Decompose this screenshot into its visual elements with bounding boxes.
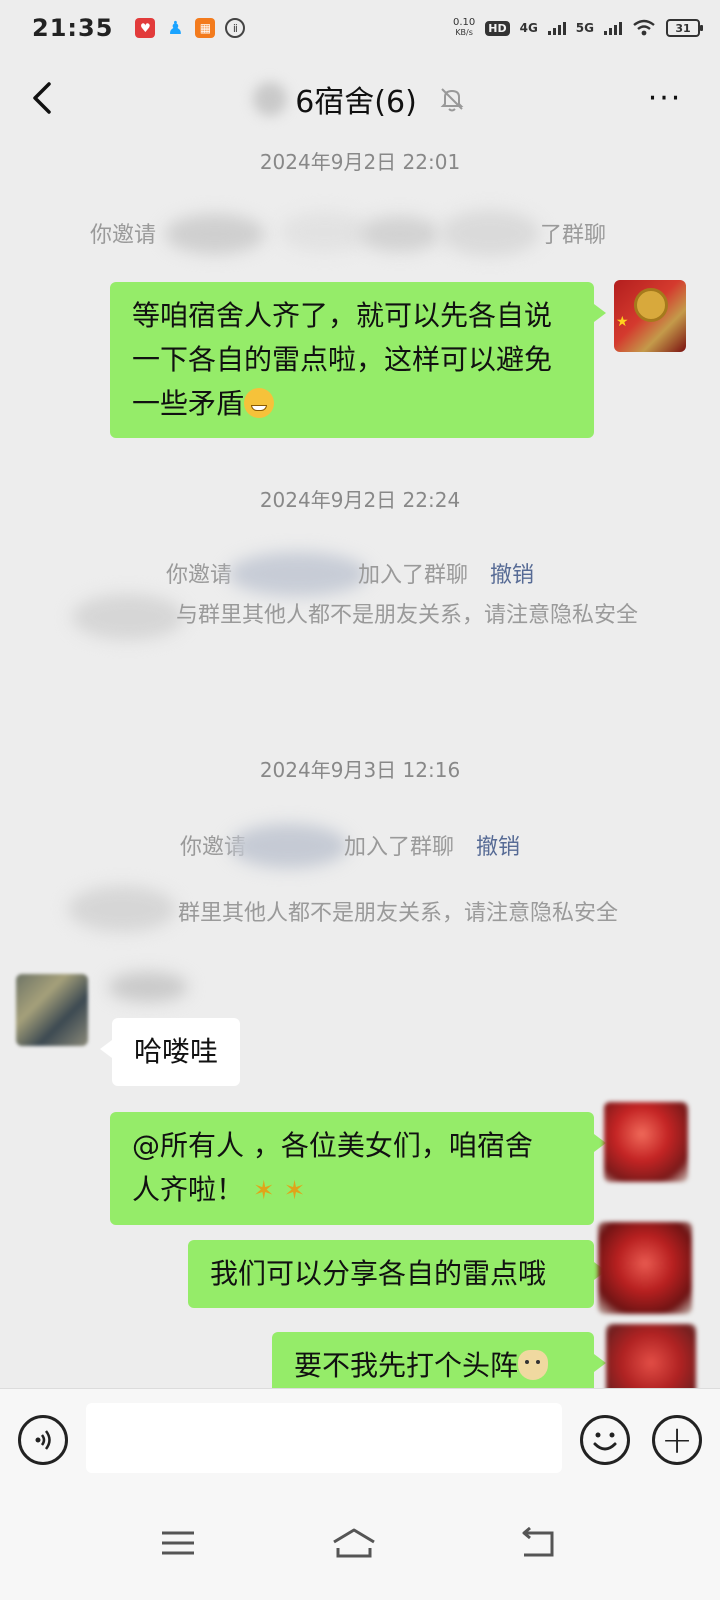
plus-icon: + [661, 1418, 693, 1462]
redacted-smudge [360, 216, 440, 252]
home-icon [333, 1528, 375, 1558]
network-speed: 0.10 KB/s [453, 18, 475, 38]
message-text: 要不我先打个头阵 [294, 1349, 519, 1382]
redacted-smudge [165, 214, 265, 254]
message-text: 人齐啦！ [132, 1173, 245, 1206]
hd-badge: HD [485, 20, 510, 36]
party-popper-icon: ✶ [252, 1176, 275, 1206]
grinning-emoji-icon [244, 388, 275, 418]
smiley-icon [593, 1432, 617, 1451]
redacted-smudge [440, 210, 540, 256]
back-navigation-button[interactable] [508, 1518, 568, 1568]
menu-lines-icon [162, 1531, 194, 1555]
redacted-smudge [228, 552, 368, 596]
message-input-bar: + [0, 1388, 720, 1488]
privacy-notice: 与群里其他人都不是朋友关系，请注意隐私安全 [176, 600, 656, 632]
page-title: 6宿舍(6) [295, 85, 417, 120]
chat-header: 6宿舍(6) ··· [0, 56, 720, 142]
avatar-me[interactable]: ★ [614, 280, 686, 352]
return-arrow-icon [522, 1527, 554, 1557]
message-bubble-other[interactable]: 哈喽哇 [99, 1018, 241, 1086]
timestamp: 2024年9月2日 22:24 [259, 488, 461, 512]
privacy-notice-text: 群里其他人都不是朋友关系，请注意隐私安全 [178, 901, 619, 926]
system-navigation-bar [0, 1488, 720, 1600]
system-message-suffix: 加入了群聊 [358, 563, 469, 588]
message-bubble-mine[interactable]: 我们可以分享各自的雷点哦 [188, 1240, 606, 1308]
avatar-other[interactable] [16, 974, 88, 1046]
timestamp: 2024年9月2日 22:01 [259, 150, 461, 174]
avatar-me[interactable] [604, 1102, 688, 1182]
message-text: 我们可以分享各自的雷点哦 [210, 1257, 547, 1290]
redacted-sender-name [108, 972, 188, 1002]
privacy-notice: 群里其他人都不是朋友关系，请注意隐私安全 [178, 898, 658, 930]
sys-text: 你邀请 [90, 223, 157, 248]
net-speed-unit: KB/s [455, 28, 473, 37]
redacted-smudge [72, 594, 184, 640]
speed-app-icon: ⅱ [225, 18, 246, 38]
revoke-invite-link[interactable]: 撤销 [476, 832, 536, 864]
doge-emoji-icon [518, 1350, 549, 1380]
message-text-input[interactable] [86, 1403, 562, 1473]
redacted-smudge [68, 886, 176, 932]
notification-icons: ♥ ♟ ▦ ⅱ [135, 17, 246, 39]
chevron-left-icon [33, 82, 51, 114]
wifi-icon [633, 19, 655, 36]
chat-message-list[interactable]: 2024年9月2日 22:01 你邀请 了群聊 等咱宿舍人齐了，就可以先各自说一… [0, 142, 720, 1410]
party-popper-icon: ✶ [283, 1176, 306, 1206]
app-grid-icon: ▦ [195, 18, 216, 38]
redacted-smudge [230, 824, 348, 868]
redacted-name-smudge [253, 82, 288, 116]
emoji-picker-button[interactable] [580, 1415, 630, 1465]
sim1-signal-icon [547, 21, 566, 35]
more-functions-button[interactable]: + [652, 1415, 702, 1465]
star-icon: ★ [616, 314, 629, 330]
clock: 21:35 [32, 14, 114, 42]
net-speed-value: 0.10 [452, 17, 476, 28]
timestamp: 2024年9月3日 12:16 [259, 758, 461, 782]
recent-apps-button[interactable] [148, 1518, 208, 1568]
status-bar: 21:35 ♥ ♟ ▦ ⅱ 0.10 KB/s HD 4G 5G 31 [0, 0, 720, 56]
chat-title[interactable]: 6宿舍(6) [253, 77, 467, 121]
battery-indicator: 31 [666, 19, 703, 37]
heart-app-icon: ♥ [135, 18, 156, 38]
system-message-suffix: 加入了群聊 [344, 835, 455, 860]
message-text: @所有人 ，各位美女们，咱宿舍 [132, 1129, 533, 1162]
sim2-signal-icon [604, 21, 622, 35]
system-message-suffix: 了群聊 [540, 223, 607, 248]
sim2-network-label: 5G [575, 21, 594, 35]
message-bubble-mine[interactable]: 等咱宿舍人齐了，就可以先各自说一下各自的雷点啦，这样可以避免一些矛盾 [110, 282, 606, 438]
revoke-invite-link[interactable]: 撤销 [490, 560, 550, 592]
avatar-me[interactable] [598, 1222, 692, 1314]
message-text: 等咱宿舍人齐了，就可以先各自说一下各自的雷点啦，这样可以避免一些矛盾 [132, 299, 553, 420]
voice-input-button[interactable] [18, 1415, 68, 1465]
more-options-button[interactable]: ··· [640, 78, 690, 118]
message-text: 哈喽哇 [134, 1035, 219, 1068]
sim1-network-label: 4G [519, 21, 538, 35]
qq-penguin-icon: ♟ [167, 17, 184, 39]
message-bubble-mine[interactable]: @所有人 ，各位美女们，咱宿舍 人齐啦！ ✶ ✶ [110, 1112, 606, 1225]
bell-muted-icon [440, 88, 464, 112]
emblem-shape [634, 288, 668, 322]
back-button[interactable] [22, 78, 62, 118]
voice-wave-icon [35, 1430, 51, 1450]
privacy-notice-text: 与群里其他人都不是朋友关系，请注意隐私安全 [176, 603, 639, 628]
redacted-smudge [280, 212, 370, 252]
home-button[interactable] [324, 1518, 384, 1568]
